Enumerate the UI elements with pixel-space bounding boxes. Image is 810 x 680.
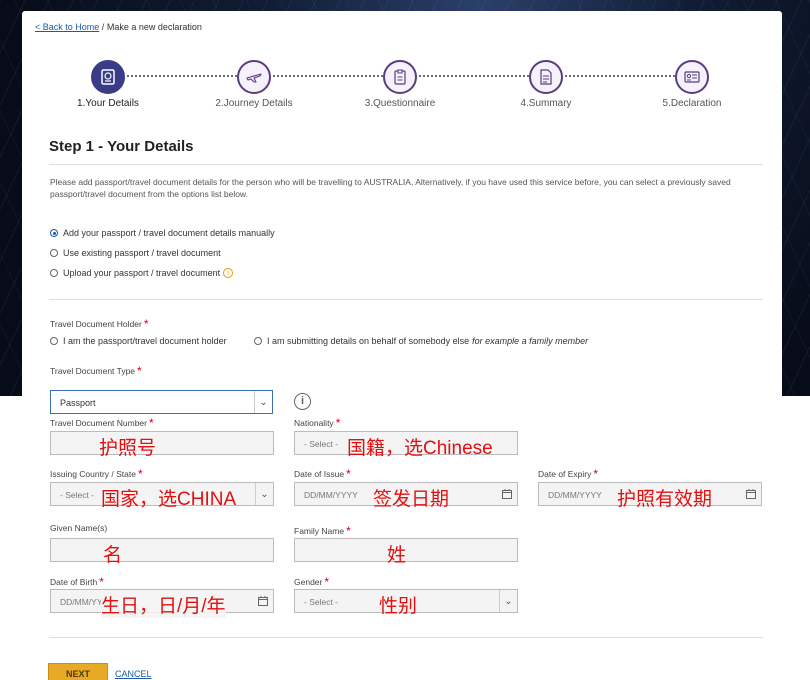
chevron-down-icon: ⌄ [255, 483, 273, 505]
required-mark: * [324, 575, 330, 589]
date-of-birth-label: Date of Birth * [50, 575, 104, 589]
radio-button[interactable] [50, 269, 58, 277]
family-name-input[interactable]: 姓 [294, 538, 518, 566]
id-card-icon [675, 60, 709, 94]
annotation-text: 名 [103, 545, 123, 566]
gender-select[interactable]: - Select - 性别 ⌄ [294, 589, 518, 617]
step-questionnaire[interactable]: 3.Questionnaire [340, 60, 460, 109]
required-mark: * [138, 467, 143, 481]
given-names-label: Given Name(s) [50, 523, 108, 533]
selected-value: - Select - [304, 439, 339, 449]
source-option-manual[interactable]: Add your passport / travel document deta… [50, 228, 275, 238]
required-mark: * [346, 524, 351, 538]
annotation-text: 国家，选CHINA [101, 489, 237, 510]
doc-type-select[interactable]: Passport ⌄ [50, 390, 273, 414]
cancel-link[interactable]: CANCEL [115, 669, 152, 679]
intro-text: Please add passport/travel document deta… [50, 177, 731, 199]
radio-button[interactable] [50, 229, 58, 237]
divider [49, 164, 763, 165]
family-name-label: Family Name * [294, 524, 351, 538]
calendar-icon[interactable] [502, 489, 512, 499]
annotation-text: 姓 [387, 545, 407, 566]
page-title: Step 1 - Your Details [49, 138, 194, 155]
radio-button[interactable] [254, 337, 262, 345]
nationality-select[interactable]: - Select - 国籍，选Chinese [294, 431, 518, 459]
passport-icon [91, 60, 125, 94]
step-label: 3.Questionnaire [364, 98, 436, 109]
required-mark: * [335, 416, 341, 430]
option-label: I am the passport/travel document holder [63, 336, 227, 346]
back-to-home-link[interactable]: < Back to Home [35, 22, 99, 32]
option-label: I am submitting details on behalf of som… [267, 336, 470, 346]
breadcrumb: < Back to Home / Make a new declaration [35, 22, 202, 32]
date-of-issue-input[interactable]: DD/MM/YYYY 签发日期 [294, 482, 518, 510]
gender-label: Gender * [294, 575, 330, 589]
airplane-icon [237, 60, 271, 94]
required-mark: * [149, 416, 154, 430]
divider [49, 299, 763, 300]
nationality-label: Nationality * [294, 416, 341, 430]
option-label: Upload your passport / travel document [63, 268, 221, 278]
required-mark: * [593, 467, 599, 481]
document-icon [529, 60, 563, 94]
chevron-down-icon: ⌄ [254, 391, 272, 413]
date-of-birth-input[interactable]: DD/MM/YYYY 生日，日/月/年 [50, 589, 274, 618]
selected-value: - Select - [304, 597, 339, 607]
doc-number-label: Travel Document Number * [50, 416, 154, 430]
source-option-existing[interactable]: Use existing passport / travel document [50, 248, 221, 258]
issuing-country-label: Issuing Country / State * [50, 467, 143, 481]
source-option-upload[interactable]: Upload your passport / travel document i [50, 268, 234, 278]
required-mark: * [99, 575, 104, 589]
required-mark: * [346, 467, 351, 481]
step-label: 2.Journey Details [215, 98, 293, 109]
required-mark: * [143, 317, 149, 331]
step-declaration[interactable]: 5.Declaration [632, 60, 752, 109]
doc-number-input[interactable]: 护照号 [50, 431, 274, 459]
annotation-text: 生日，日/月/年 [101, 591, 226, 618]
option-label: Use existing passport / travel document [63, 248, 221, 258]
issuing-country-select[interactable]: - Select - 国家，选CHINA ⌄ [50, 482, 274, 510]
holder-option-self[interactable]: I am the passport/travel document holder [50, 336, 227, 346]
annotation-text: 国籍，选Chinese [347, 438, 493, 459]
divider [49, 637, 763, 638]
date-of-issue-label: Date of Issue * [294, 467, 351, 481]
progress-stepper: 1.Your Details 2.Journey Details 3.Quest… [22, 60, 782, 120]
step-label: 1.Your Details [77, 98, 139, 109]
info-icon[interactable]: i [223, 268, 234, 278]
chevron-down-icon: ⌄ [499, 590, 517, 612]
date-of-expiry-label: Date of Expiry * [538, 467, 599, 481]
option-hint: for example a family member [472, 336, 589, 346]
breadcrumb-current: Make a new declaration [106, 22, 202, 32]
step-label: 4.Summary [520, 98, 572, 109]
info-icon[interactable]: i [294, 393, 311, 410]
selected-value: - Select - [60, 490, 95, 500]
next-button[interactable]: NEXT [48, 663, 108, 680]
option-label: Add your passport / travel document deta… [63, 228, 275, 238]
date-of-expiry-input[interactable]: DD/MM/YYYY 护照有效期 [538, 482, 762, 510]
clipboard-icon [383, 60, 417, 94]
holder-label: Travel Document Holder * [50, 317, 149, 331]
radio-button[interactable] [50, 337, 58, 345]
selected-value: Passport [60, 398, 96, 408]
declaration-card: < Back to Home / Make a new declaration … [22, 11, 782, 680]
doc-type-label: Travel Document Type * [50, 364, 142, 378]
required-mark: * [137, 364, 142, 378]
annotation-text: 护照有效期 [617, 489, 713, 510]
holder-option-other[interactable]: I am submitting details on behalf of som… [254, 336, 588, 346]
step-journey-details[interactable]: 2.Journey Details [194, 60, 314, 109]
calendar-icon[interactable] [258, 596, 268, 606]
step-summary[interactable]: 4.Summary [486, 60, 606, 109]
annotation-text: 护照号 [99, 438, 157, 459]
breadcrumb-separator: / [101, 22, 105, 32]
calendar-icon[interactable] [746, 489, 756, 499]
step-label: 5.Declaration [662, 98, 722, 109]
annotation-text: 签发日期 [373, 489, 450, 510]
given-names-input[interactable]: 名 [50, 538, 274, 566]
annotation-text: 性别 [379, 596, 418, 617]
date-placeholder: DD/MM/YYYY [304, 490, 358, 500]
radio-button[interactable] [50, 249, 58, 257]
step-your-details[interactable]: 1.Your Details [48, 60, 168, 109]
date-placeholder: DD/MM/YYYY [548, 490, 602, 500]
